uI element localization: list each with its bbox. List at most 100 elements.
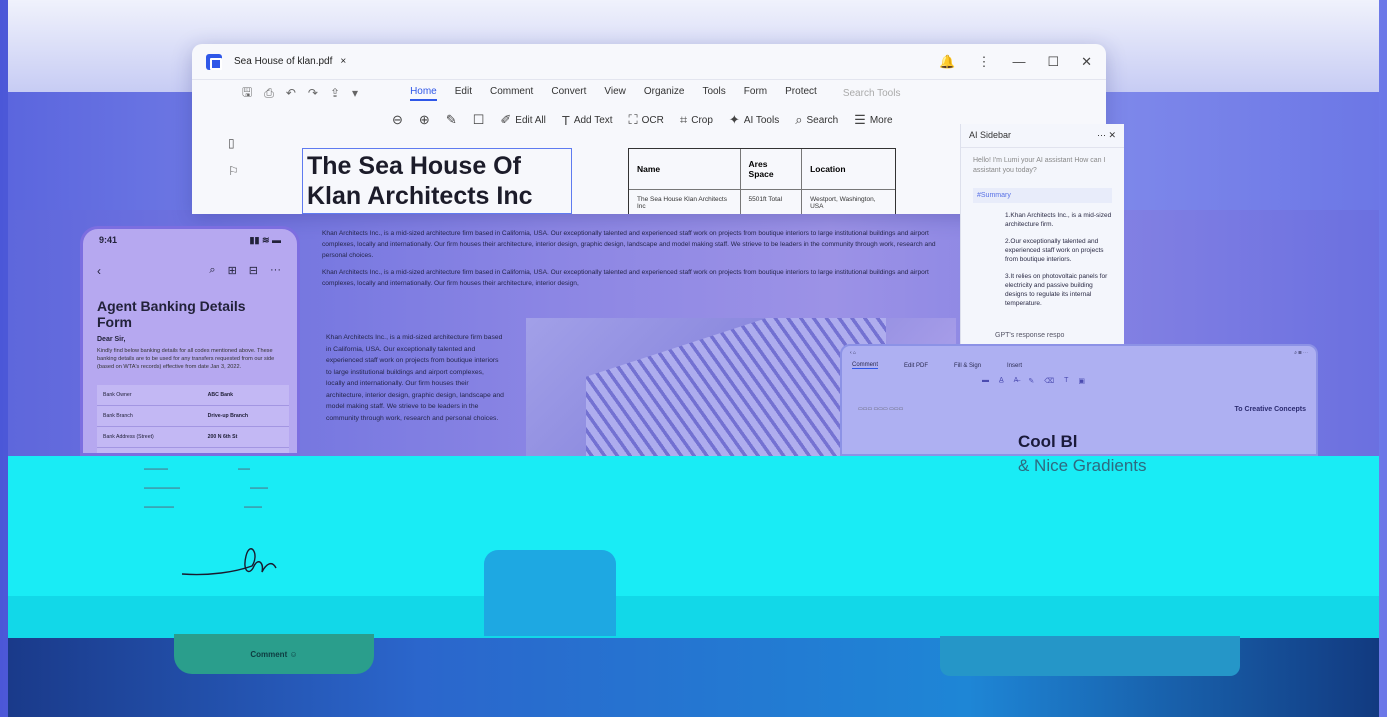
phone-nav-icons: ⌕ ⊞ ⊟ ···	[209, 264, 281, 278]
pen-icon[interactable]: ✎	[1028, 377, 1034, 385]
more-icon[interactable]: ···	[270, 264, 281, 278]
placeholder-lines-icon: ▭▭▭ ▭▭▭ ▭▭▭	[858, 406, 904, 412]
field-value[interactable]: 200 N 6th St	[201, 426, 289, 448]
field-value[interactable]: Drive-up Branch	[201, 405, 289, 427]
add-text-label: Add Text	[573, 114, 613, 126]
field-value[interactable]: ABC Bank	[201, 385, 289, 406]
page-thumbnail-icon[interactable]: ▯	[228, 136, 248, 150]
tablet-tab-fill-sign[interactable]: Fill & Sign	[954, 363, 981, 369]
close-icon[interactable]: ×	[340, 56, 346, 67]
shape-icon[interactable]: ☐	[473, 112, 485, 128]
document-icon[interactable]: ⊟	[249, 264, 258, 278]
menu-tabs: Home Edit Comment Convert View Organize …	[410, 86, 817, 101]
tab-edit[interactable]: Edit	[455, 86, 472, 101]
tablet-back-icon[interactable]: ‹ ⌂	[850, 350, 856, 356]
note-icon[interactable]: ▣	[1078, 377, 1085, 385]
edit-all-button[interactable]: ✐ Edit All	[500, 112, 545, 128]
strikethrough-icon[interactable]: A̶	[1014, 377, 1019, 385]
share-icon[interactable]: ⇪	[330, 86, 340, 100]
crop-label: Crop	[691, 114, 713, 126]
eraser-icon[interactable]: ⌫	[1044, 377, 1054, 385]
table-header: Location	[801, 149, 895, 190]
app-logo-icon	[206, 53, 222, 70]
ai-summary-points: 1.Khan Architects Inc., is a mid-sized a…	[961, 207, 1124, 308]
ai-sidebar-title: AI Sidebar	[969, 130, 1012, 140]
tablet-actions-icon[interactable]: ⌕ ⊞ ⋯	[1294, 350, 1308, 356]
undo-icon[interactable]: ↶	[286, 86, 296, 100]
kebab-menu-icon[interactable]: ⋮	[977, 54, 990, 70]
field-value[interactable]: New York	[201, 447, 289, 453]
ai-response: GPT's response respo	[995, 332, 1065, 339]
tablet-tab-edit[interactable]: Edit PDF	[904, 363, 928, 369]
document-title[interactable]: The Sea House Of Klan Architects Inc	[302, 148, 572, 214]
document-tab[interactable]: Sea House of klan.pdf ×	[234, 56, 346, 67]
tab-organize[interactable]: Organize	[644, 86, 685, 101]
highlight-icon[interactable]: ✎	[446, 112, 457, 128]
dropdown-icon[interactable]: ▾	[352, 86, 358, 100]
faded-line: ▬▬▬▬▬▬	[144, 485, 180, 491]
field-label: Bank Branch	[97, 405, 202, 427]
tab-convert[interactable]: Convert	[551, 86, 586, 101]
comment-button-label: Comment	[250, 649, 288, 659]
window-close-icon[interactable]: ✕	[1081, 54, 1092, 70]
more-button[interactable]: ☰ More	[854, 112, 892, 128]
list-item: 1.Khan Architects Inc., is a mid-sized a…	[1005, 212, 1112, 228]
tab-form[interactable]: Form	[744, 86, 767, 101]
save-icon[interactable]: 🖫	[242, 83, 252, 104]
table-cell: Westport, Washington, USA	[801, 189, 895, 214]
tablet-tab-comment[interactable]: Comment	[852, 362, 879, 369]
tab-comment[interactable]: Comment	[490, 86, 533, 101]
ai-tools-button[interactable]: ✦ AI Tools	[729, 112, 779, 128]
comment-icon: ☺	[289, 649, 298, 659]
table-row: Bank Owner ABC Bank	[97, 385, 289, 406]
menu-bar: 🖫 ⎙ ↶ ↷ ⇪ ▾ Home Edit Comment Convert Vi…	[192, 80, 1106, 106]
faded-line: ▬▬▬	[244, 504, 262, 510]
search-icon: ⌕	[795, 112, 803, 127]
table-cell: The Sea House Klan Architects Inc	[637, 196, 727, 210]
back-icon[interactable]: ‹	[97, 264, 101, 278]
heading-line1: Cool Bl	[1018, 432, 1078, 451]
table-row: The Sea House Klan Architects Inc 5501ft…	[629, 189, 895, 214]
search-icon[interactable]: ⌕	[209, 264, 215, 278]
zoom-in-icon[interactable]: ⊕	[419, 112, 430, 128]
text-box-icon[interactable]: T	[1064, 377, 1068, 385]
crop-button[interactable]: ⌗ Crop	[680, 112, 713, 128]
search-button[interactable]: ⌕ Search	[795, 112, 838, 128]
table-header: Name	[629, 149, 741, 190]
ocr-button[interactable]: ⛶ OCR	[629, 112, 664, 128]
cool-gradients-heading: Cool Bl & Nice Gradients	[1018, 430, 1147, 478]
zoom-out-icon[interactable]: ⊖	[392, 112, 403, 128]
comment-button[interactable]: Comment ☺	[174, 634, 374, 674]
tab-tools[interactable]: Tools	[702, 86, 725, 101]
tab-home[interactable]: Home	[410, 86, 437, 101]
list-item: 3.It relies on photovoltaic panels for e…	[1005, 273, 1108, 307]
minimize-icon[interactable]: —	[1012, 54, 1025, 70]
maximize-icon[interactable]: ☐	[1047, 54, 1059, 70]
tablet-status-bar: ‹ ⌂ ⌕ ⊞ ⋯	[842, 346, 1316, 360]
add-text-button[interactable]: T Add Text	[562, 113, 613, 128]
underline-icon[interactable]: A̲	[999, 377, 1004, 385]
tablet-bottom-strip	[940, 636, 1240, 676]
tablet-tab-insert[interactable]: Insert	[1007, 363, 1022, 369]
tab-view[interactable]: View	[604, 86, 626, 101]
phone-mockup: 9:41 ▮▮ ≋ ▬ ‹ ⌕ ⊞ ⊟ ··· Agent Banking De…	[80, 226, 300, 456]
window-controls: 🔔 ⋮ — ☐ ✕	[939, 54, 1092, 70]
faded-line: ▬▬▬▬	[144, 466, 168, 472]
ai-sidebar-close-icon[interactable]: ⋯ ✕	[1097, 130, 1116, 141]
tablet-content: ▭▭▭ ▭▭▭ ▭▭▭ To Creative Concepts	[858, 406, 1306, 413]
redo-icon[interactable]: ↷	[308, 86, 318, 100]
tablet-menu: Comment Edit PDF Fill & Sign Insert	[842, 360, 1316, 369]
field-label: Bank Owner	[97, 385, 202, 406]
tab-protect[interactable]: Protect	[785, 86, 817, 101]
table-header: Ares Space	[739, 149, 802, 190]
grid-icon[interactable]: ⊞	[228, 264, 237, 278]
signal-icon: ▮▮ ≋ ▬	[249, 235, 281, 245]
ocr-icon: ⛶	[628, 112, 638, 127]
highlighter-icon[interactable]: ▬	[982, 377, 989, 385]
print-icon[interactable]: ⎙	[264, 86, 274, 101]
table-row: Bank Branch Drive-up Branch	[97, 405, 289, 427]
search-tools-input[interactable]: Search Tools	[843, 88, 901, 99]
bell-icon[interactable]: 🔔	[939, 54, 955, 70]
bookmark-icon[interactable]: ⚐	[228, 164, 248, 178]
ai-sidebar-header: AI Sidebar ⋯ ✕	[961, 124, 1124, 148]
